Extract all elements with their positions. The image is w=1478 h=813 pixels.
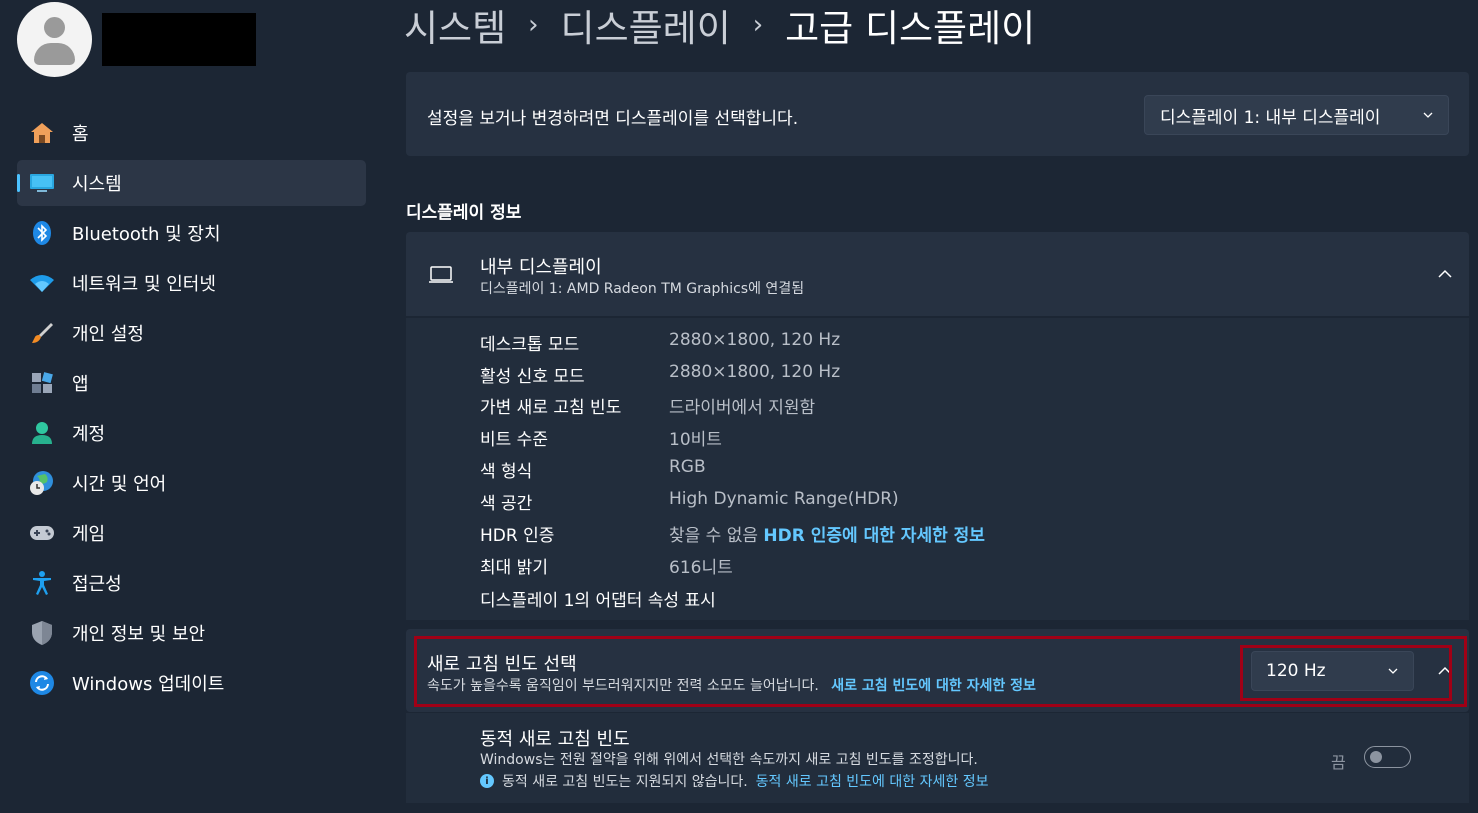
- avatar[interactable]: [17, 2, 92, 77]
- info-key: 활성 신호 모드: [480, 367, 585, 387]
- account-icon: [28, 419, 56, 447]
- brush-icon: [28, 319, 56, 347]
- breadcrumb-separator: ›: [752, 10, 764, 40]
- info-value: 2880×1800, 120 Hz: [669, 330, 841, 350]
- bluetooth-icon: [28, 219, 56, 247]
- sidebar-item-label: 개인 정보 및 보안: [72, 624, 206, 645]
- toggle-state-label: 끔: [1331, 753, 1346, 772]
- breadcrumb: 시스템 › 디스플레이 › 고급 디스플레이: [404, 0, 1035, 50]
- system-icon: [28, 169, 56, 197]
- globe-clock-icon: [28, 469, 56, 497]
- sidebar-item-label: 네트워크 및 인터넷: [72, 274, 216, 295]
- toggle-knob: [1370, 751, 1382, 763]
- avatar-head: [44, 17, 65, 38]
- section-title-display-info: 디스플레이 정보: [406, 203, 522, 223]
- username-redacted: [102, 13, 256, 66]
- sidebar-item-label: Bluetooth 및 장치: [72, 224, 221, 245]
- apps-icon: [28, 369, 56, 397]
- sidebar-item-personalization[interactable]: 개인 설정: [17, 310, 366, 356]
- update-icon: [28, 669, 56, 697]
- sidebar-item-label: 계정: [72, 424, 106, 445]
- hdr-cert-value: 찾을 수 없음: [669, 526, 759, 546]
- info-value: 2880×1800, 120 Hz: [669, 362, 841, 382]
- info-key: 비트 수준: [480, 430, 548, 450]
- dynamic-refresh-card: 동적 새로 고침 빈도 Windows는 전원 절약을 위해 위에서 선택한 속…: [406, 713, 1469, 803]
- sidebar-item-label: 개인 설정: [72, 324, 144, 345]
- adapter-properties-link[interactable]: 디스플레이 1의 어댑터 속성 표시: [480, 586, 716, 611]
- sidebar-item-windows-update[interactable]: Windows 업데이트: [17, 660, 366, 706]
- info-value: 10비트: [669, 430, 722, 450]
- dynamic-refresh-info-link[interactable]: 동적 새로 고침 빈도에 대한 자세한 정보: [756, 771, 989, 791]
- sidebar-item-label: Windows 업데이트: [72, 674, 225, 695]
- sidebar-item-apps[interactable]: 앱: [17, 360, 366, 406]
- sidebar-item-label: 접근성: [72, 574, 122, 595]
- accessibility-icon: [28, 569, 56, 597]
- dynamic-refresh-toggle[interactable]: [1364, 746, 1411, 768]
- info-key: 가변 새로 고침 빈도: [480, 398, 622, 418]
- info-value: 찾을 수 없음 HDR 인증에 대한 자세한 정보: [669, 521, 985, 546]
- sidebar-item-network[interactable]: 네트워크 및 인터넷: [17, 260, 366, 306]
- sidebar-item-label: 앱: [72, 374, 89, 395]
- display-dropdown[interactable]: 디스플레이 1: 내부 디스플레이: [1144, 95, 1449, 135]
- dynamic-refresh-description: Windows는 전원 절약을 위해 위에서 선택한 속도까지 새로 고침 빈도…: [480, 752, 978, 768]
- display-dropdown-value: 디스플레이 1: 내부 디스플레이: [1160, 107, 1381, 128]
- sidebar-nav: 홈 시스템 Bluetooth 및 장치 네트워크 및 인터넷 개인 설정 앱 …: [17, 110, 366, 710]
- info-value: RGB: [669, 457, 706, 477]
- sidebar-item-system[interactable]: 시스템: [17, 160, 366, 206]
- chevron-up-icon[interactable]: [1437, 269, 1453, 279]
- display-info-header[interactable]: 내부 디스플레이 디스플레이 1: AMD Radeon TM Graphics…: [406, 232, 1469, 316]
- sidebar-item-label: 게임: [72, 524, 106, 545]
- display-name: 내부 디스플레이: [480, 257, 602, 278]
- breadcrumb-separator: ›: [528, 10, 539, 40]
- display-subtitle: 디스플레이 1: AMD Radeon TM Graphics에 연결됨: [480, 281, 805, 297]
- info-key: 최대 밝기: [480, 558, 548, 578]
- info-icon: i: [480, 774, 494, 788]
- display-select-card: 설정을 보거나 변경하려면 디스플레이를 선택합니다. 디스플레이 1: 내부 …: [406, 72, 1469, 156]
- page-title: 고급 디스플레이: [785, 7, 1036, 50]
- info-key: 데스크톱 모드: [480, 335, 580, 355]
- breadcrumb-system[interactable]: 시스템: [404, 0, 506, 52]
- display-info-body: 데스크톱 모드 2880×1800, 120 Hz 활성 신호 모드 2880×…: [406, 318, 1469, 620]
- chevron-down-icon: [1423, 112, 1433, 118]
- dynamic-refresh-notice-text: 동적 새로 고침 빈도는 지원되지 않습니다.: [502, 774, 748, 790]
- dynamic-refresh-title: 동적 새로 고침 빈도: [480, 729, 630, 750]
- shield-icon: [28, 619, 56, 647]
- sidebar-item-time-language[interactable]: 시간 및 언어: [17, 460, 366, 506]
- info-value: 616니트: [669, 558, 733, 578]
- laptop-icon: [429, 266, 453, 283]
- highlight-box-inner: [1240, 645, 1452, 701]
- wifi-icon: [28, 269, 56, 297]
- gamepad-icon: [28, 519, 56, 547]
- sidebar-item-label: 홈: [72, 124, 89, 145]
- breadcrumb-display[interactable]: 디스플레이: [561, 0, 731, 52]
- sidebar: 홈 시스템 Bluetooth 및 장치 네트워크 및 인터넷 개인 설정 앱 …: [0, 0, 380, 813]
- info-value: 드라이버에서 지원함: [669, 398, 816, 418]
- sidebar-item-gaming[interactable]: 게임: [17, 510, 366, 556]
- sidebar-item-home[interactable]: 홈: [17, 110, 366, 156]
- dynamic-refresh-notice: i 동적 새로 고침 빈도는 지원되지 않습니다. 동적 새로 고침 빈도에 대…: [480, 771, 988, 791]
- info-key: 색 공간: [480, 494, 533, 514]
- sidebar-item-privacy[interactable]: 개인 정보 및 보안: [17, 610, 366, 656]
- info-key: HDR 인증: [480, 526, 555, 546]
- home-icon: [28, 119, 56, 147]
- sidebar-item-label: 시간 및 언어: [72, 474, 167, 495]
- avatar-body: [34, 43, 75, 65]
- sidebar-item-accounts[interactable]: 계정: [17, 410, 366, 456]
- info-value: High Dynamic Range(HDR): [669, 489, 899, 509]
- sidebar-item-bluetooth[interactable]: Bluetooth 및 장치: [17, 210, 366, 256]
- display-select-label: 설정을 보거나 변경하려면 디스플레이를 선택합니다.: [427, 109, 799, 129]
- hdr-info-link[interactable]: HDR 인증에 대한 자세한 정보: [763, 526, 985, 546]
- sidebar-item-accessibility[interactable]: 접근성: [17, 560, 366, 606]
- info-key: 색 형식: [480, 462, 533, 482]
- sidebar-item-label: 시스템: [72, 174, 122, 195]
